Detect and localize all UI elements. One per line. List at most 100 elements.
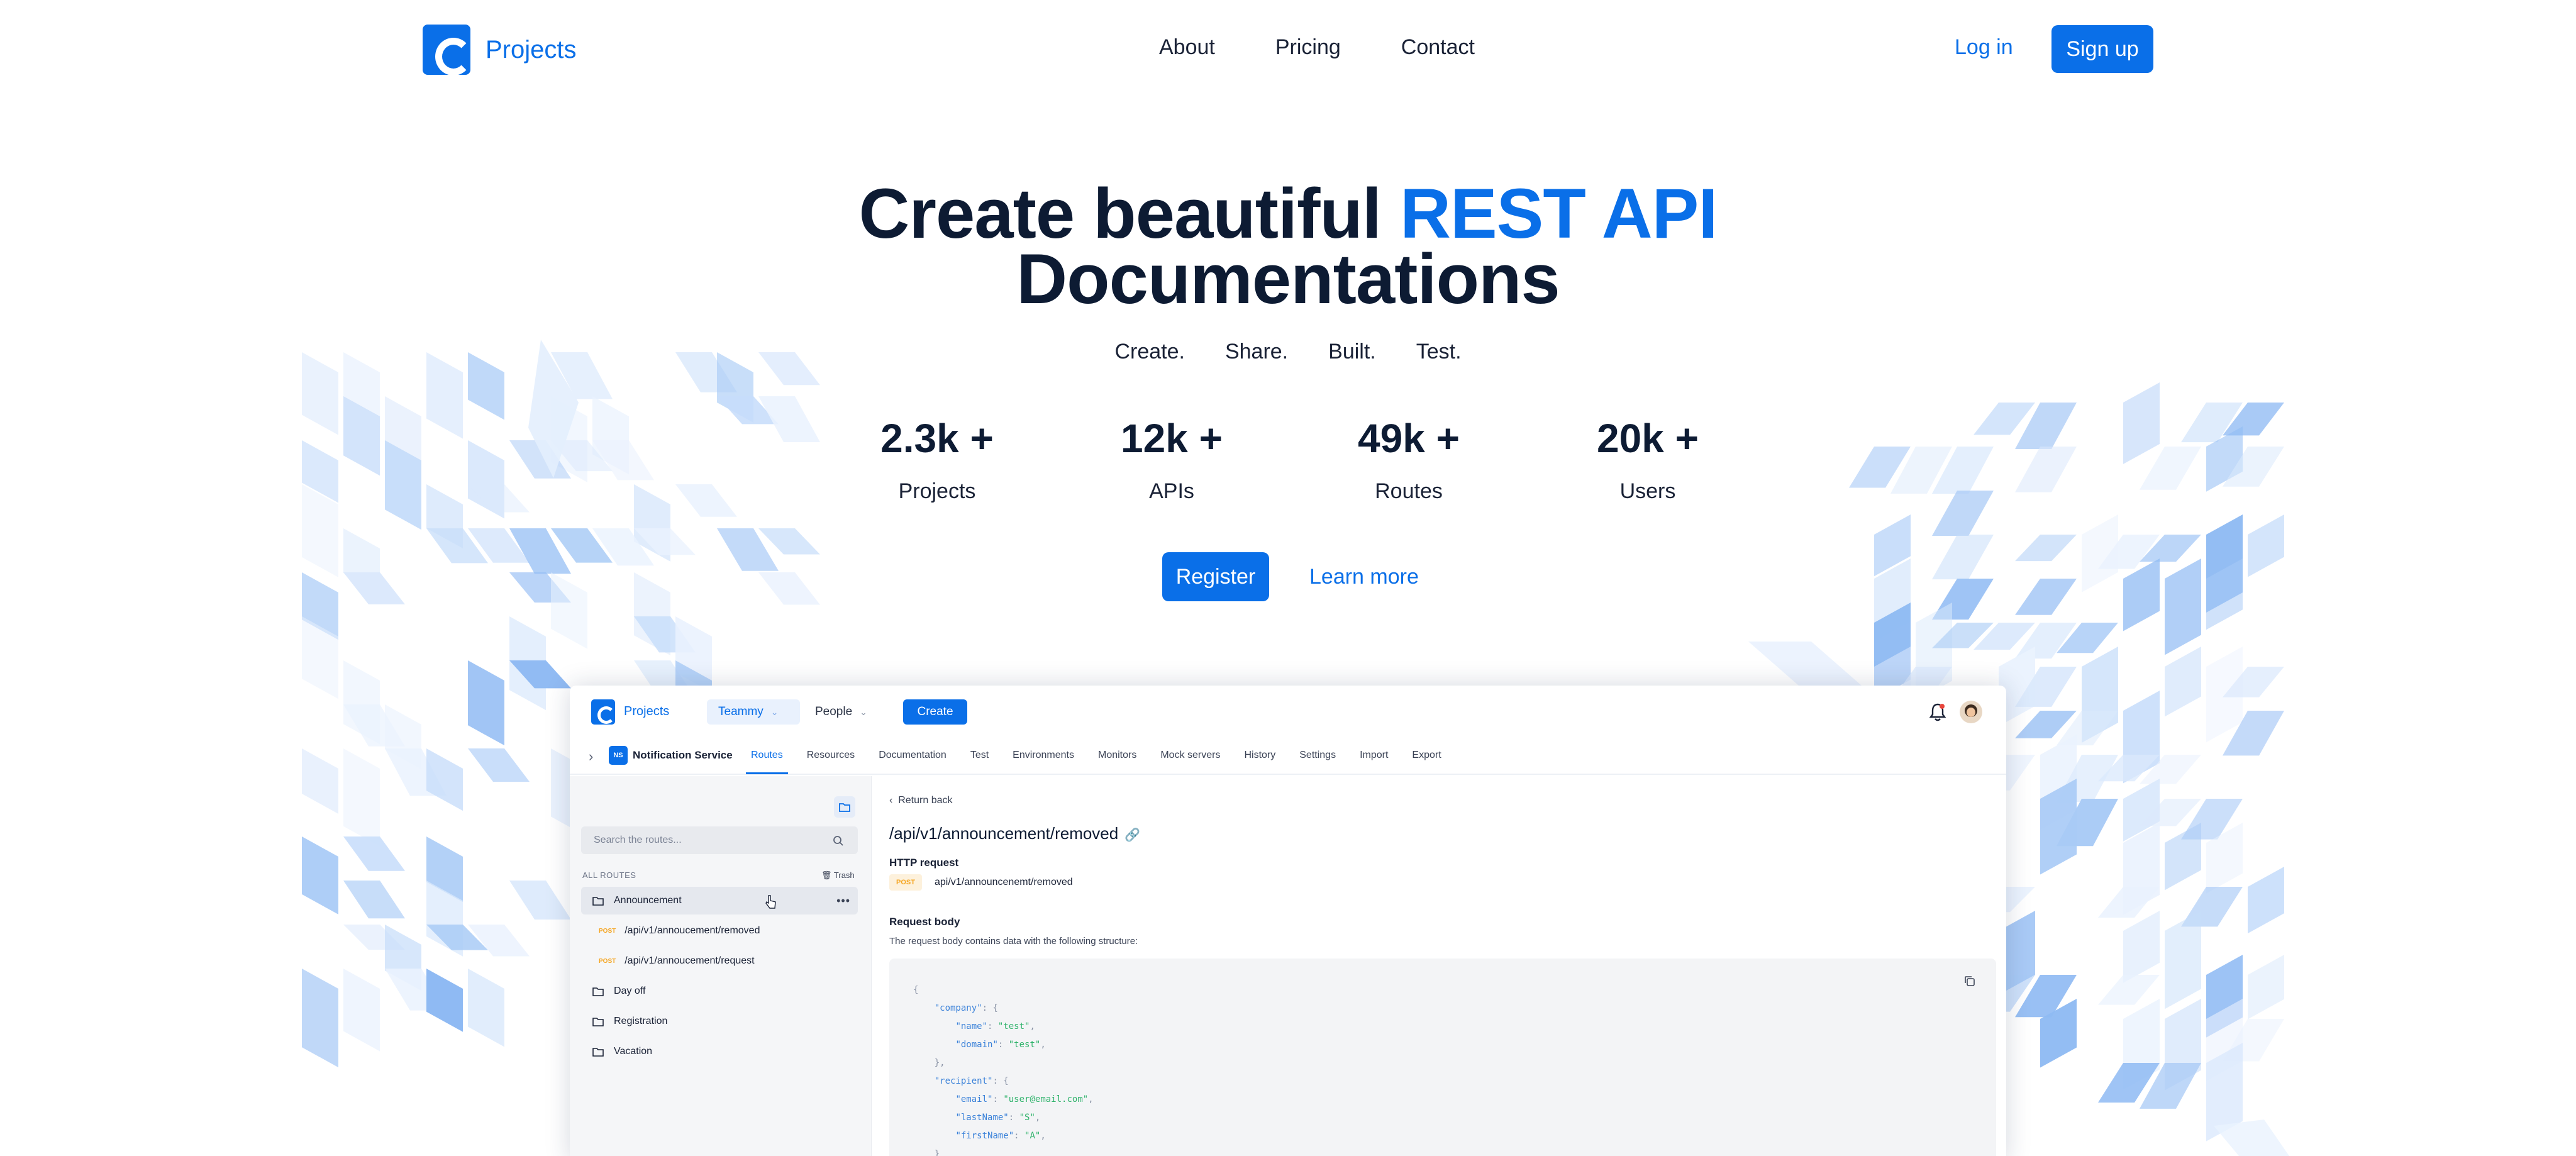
trash-link[interactable]: 🗑 Trash [821,870,855,881]
signup-button[interactable]: Sign up [2051,25,2153,73]
pattern-shape [468,660,504,746]
tagline: Create. Share. Built. Test. [659,340,1917,364]
tab-export[interactable]: Export [1412,750,1441,761]
folder-item[interactable]: Registration [581,1008,858,1035]
brand-name: Projects [486,35,577,64]
pattern-shape [2098,887,2160,918]
pattern-shape [2015,535,2077,562]
code-token: "firstName" [955,1131,1014,1141]
code-token: "recipient" [934,1076,993,1086]
login-link[interactable]: Log in [1955,35,2013,60]
http-request-heading: HTTP request [889,857,959,869]
route-item[interactable]: POST /api/v1/annoucement/removed [581,917,858,945]
trash-label: Trash [833,870,855,880]
stat-label: Users [1619,479,1676,503]
tab-mock-servers[interactable]: Mock servers [1160,750,1220,761]
tab-history[interactable]: History [1244,750,1275,761]
code-token: "lastName" [955,1113,1009,1123]
folder-label: Vacation [614,1046,653,1057]
code-block: { "company": { "name": "test", "domain":… [889,959,1996,1156]
code-token: : [987,1021,998,1031]
app-preview: Projects Teammy ⌄ People ⌄ Create › NS N… [570,686,2006,1156]
stat-value: 20k + [1597,416,1699,461]
route-detail: ‹ Return back /api/v1/announcement/remov… [889,776,1996,1156]
pattern-shape [2123,382,2160,464]
avatar[interactable] [1960,701,1982,723]
pattern-shape [343,748,380,847]
link-icon[interactable]: 🔗 [1124,828,1140,842]
folder-label: Day off [614,986,646,996]
pattern-shape [2165,823,2201,891]
new-folder-button[interactable] [834,796,855,818]
tab-resources[interactable]: Resources [807,750,855,761]
folder-label: Announcement [614,895,682,906]
code-token: "test" [997,1021,1030,1031]
tagline-word: Share. [1224,340,1289,364]
code-token: , [1088,1094,1094,1104]
code-token: , [1040,1131,1046,1141]
tab-import[interactable]: Import [1360,750,1388,761]
folder-icon [592,1047,604,1057]
folder-item[interactable]: Announcement ••• [581,887,858,914]
service-badge: NS [609,746,628,765]
pattern-shape [2165,559,2201,655]
code-token: : [992,1094,1004,1104]
tab-monitors[interactable]: Monitors [1098,750,1136,761]
search-routes-input[interactable] [581,826,858,854]
pattern-shape [2248,867,2284,934]
nav-link-pricing[interactable]: Pricing [1275,35,1341,60]
copy-icon[interactable] [1963,975,1976,987]
code-token: : [1008,1113,1019,1123]
tab-documentation[interactable]: Documentation [879,750,947,761]
bell-icon[interactable] [1928,702,1947,722]
pattern-shape [2123,911,2160,983]
learn-more-link[interactable]: Learn more [1309,565,1419,589]
code-token: "domain" [955,1040,998,1050]
people-dropdown[interactable]: People ⌄ [815,699,867,725]
brand[interactable]: Projects [423,25,577,75]
pattern-shape [1932,535,1994,580]
return-back-link[interactable]: ‹ Return back [889,795,952,806]
more-options-icon[interactable]: ••• [836,894,850,908]
stat-value: 2.3k + [880,416,994,461]
folder-label: Registration [614,1016,668,1026]
folder-icon [839,803,850,812]
pattern-shape [509,881,571,920]
folder-item[interactable]: Vacation [581,1038,858,1065]
code-token: "A" [1024,1131,1041,1141]
code-token: , [1035,1113,1041,1123]
hero-title-part2: Documentations [1016,240,1560,318]
route-title-text: /api/v1/announcement/removed [889,824,1119,843]
trash-icon: 🗑 [821,870,832,880]
tab-settings[interactable]: Settings [1299,750,1336,761]
pattern-shape [758,572,820,605]
nav-link-contact[interactable]: Contact [1401,35,1475,60]
main-menu: About Pricing Contact [1159,35,1475,60]
code-token: "user@email.com" [1003,1094,1089,1104]
create-button[interactable]: Create [903,699,967,725]
app-header: Projects Teammy ⌄ People ⌄ Create [570,686,2006,737]
chevron-right-icon[interactable]: › [589,748,593,765]
nav-link-about[interactable]: About [1159,35,1215,60]
team-selector[interactable]: Teammy ⌄ [707,699,800,725]
code-token: "company" [934,1003,982,1013]
folder-icon [592,1017,604,1026]
tagline-word: Create. [1114,340,1185,364]
tab-routes[interactable]: Routes [746,750,788,774]
pattern-shape [343,572,405,604]
service-name[interactable]: Notification Service [633,749,733,762]
route-item[interactable]: POST /api/v1/annoucement/request [581,947,858,975]
app-logo-icon [591,699,615,725]
code-line: "email": "user@email.com", [913,1091,1094,1109]
tab-test[interactable]: Test [970,750,989,761]
folder-item[interactable]: Day off [581,977,858,1005]
tab-environments[interactable]: Environments [1013,750,1074,761]
code-token: "email" [955,1094,993,1104]
pattern-shape [1748,642,1862,686]
stat-label: Projects [898,479,976,503]
pattern-shape [302,836,338,914]
pattern-shape [2165,911,2201,1009]
code-line: "name": "test", [913,1018,1094,1036]
register-button[interactable]: Register [1162,552,1269,601]
pattern-shape [468,969,504,1047]
